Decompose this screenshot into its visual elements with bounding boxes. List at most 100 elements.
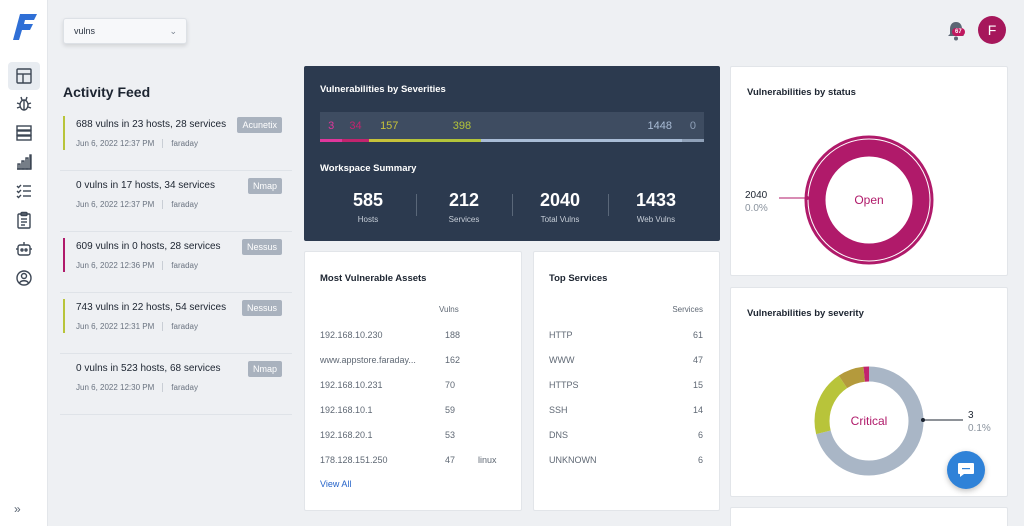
severity-percent-label: 0.1% (968, 423, 991, 434)
summary-stat-label: Hosts (357, 215, 379, 224)
summary-stat-label: Total Vulns (540, 215, 580, 224)
nav-dashboard[interactable] (8, 62, 40, 90)
bar-chart-icon (17, 154, 32, 170)
nav-users[interactable] (8, 264, 40, 292)
bug-icon (16, 96, 32, 111)
service-name[interactable]: HTTPS (549, 380, 579, 390)
feed-item-date: Jun 6, 2022 12:37 PM (76, 200, 155, 209)
dashboard-icon (16, 68, 32, 84)
workspace-select[interactable]: vulns ⌄ (63, 18, 187, 44)
notification-badge: 67 (952, 28, 965, 36)
chat-button[interactable] (947, 451, 985, 489)
summary-stat: 585 Hosts (320, 190, 416, 224)
feed-item-accent-bar (63, 299, 65, 333)
assets-title: Most Vulnerable Assets (320, 273, 427, 284)
feed-item[interactable]: 688 vulns in 23 hosts, 28 services Jun 6,… (60, 110, 292, 171)
asset-name[interactable]: 192.168.10.1 (320, 405, 373, 415)
status-value-label: 2040 (745, 190, 768, 201)
asset-name[interactable]: 192.168.10.231 (320, 380, 383, 390)
asset-vulns: 59 (445, 405, 456, 415)
severity-segment-label: 0 (689, 119, 697, 132)
summary-stat-value: 1433 (635, 190, 677, 210)
service-name[interactable]: WWW (549, 355, 574, 365)
feed-item-tool-badge: Nmap (247, 361, 282, 377)
service-count: 14 (692, 405, 703, 415)
service-name[interactable]: SSH (549, 405, 568, 415)
feed-item-date: Jun 6, 2022 12:30 PM (76, 383, 155, 392)
robot-icon (16, 242, 32, 256)
feed-item-user: faraday (162, 200, 198, 209)
feed-item[interactable]: 609 vulns in 0 hosts, 28 services Jun 6, … (60, 232, 292, 293)
nav-reports[interactable] (8, 206, 40, 234)
feed-item-tool-badge: Nessus (241, 239, 282, 255)
feed-item-meta: Jun 6, 2022 12:37 PM faraday (76, 139, 292, 148)
severity-segment[interactable]: 1448 (481, 112, 682, 142)
asset-vulns: 162 (445, 355, 461, 365)
sidebar-collapse-button[interactable]: » (14, 502, 21, 516)
feed-item-tool-badge: Nessus (241, 300, 282, 316)
asset-vulns: 47 (445, 455, 456, 465)
topbar: vulns ⌄ 67 F (48, 0, 1024, 58)
service-name[interactable]: DNS (549, 430, 568, 440)
nav-automation[interactable] (8, 235, 40, 263)
severity-segment[interactable]: 398 (409, 112, 482, 142)
chevron-down-icon: ⌄ (169, 26, 177, 36)
checklist-icon (16, 184, 31, 199)
next-card (730, 507, 1008, 526)
asset-name[interactable]: 178.128.151.250 (320, 455, 388, 465)
severity-bar[interactable]: 3 34 157 398 1448 0 (320, 112, 704, 142)
summary-stat-label: Services (448, 215, 480, 224)
feed-item-meta: Jun 6, 2022 12:37 PM faraday (76, 200, 292, 209)
feed-item-tool-badge: Acunetix (237, 117, 282, 133)
workspace-summary-stats: 585 Hosts 212 Services 2040 Total Vulns 1433 We… (320, 190, 704, 224)
nav-tasks[interactable] (8, 177, 40, 205)
server-icon (16, 125, 32, 141)
severities-title: Vulnerabilities by Severities (320, 84, 446, 95)
severities-card: Vulnerabilities by Severities 3 34 157 398 1… (304, 66, 720, 241)
asset-name[interactable]: www.appstore.faraday... (320, 355, 416, 365)
assets-card: Most Vulnerable Assets Vulns View All 19… (304, 251, 522, 511)
service-name[interactable]: HTTP (549, 330, 573, 340)
severity-segment[interactable]: 0 (681, 112, 704, 142)
activity-feed: Activity Feed 688 vulns in 23 hosts, 28 … (60, 70, 292, 415)
asset-name[interactable]: 192.168.10.230 (320, 330, 383, 340)
service-count: 61 (692, 330, 703, 340)
feed-item[interactable]: 743 vulns in 22 hosts, 54 services Jun 6,… (60, 293, 292, 354)
assets-col-header: Vulns (439, 305, 459, 314)
services-title: Top Services (549, 273, 608, 284)
status-center-label: Open (854, 193, 883, 207)
nav-assets[interactable] (8, 119, 40, 147)
severity-segment[interactable]: 3 (320, 112, 343, 142)
feed-item-meta: Jun 6, 2022 12:31 PM faraday (76, 322, 292, 331)
severity-center-label: Critical (851, 414, 888, 428)
severity-segment-label: 34 (349, 119, 362, 132)
service-count: 15 (692, 380, 703, 390)
nav-vulnerabilities[interactable] (8, 90, 40, 118)
workspace-select-value: vulns (74, 26, 96, 36)
feed-item[interactable]: 0 vulns in 17 hosts, 34 services Jun 6, 2… (60, 171, 292, 232)
feed-item-tool-badge: Nmap (247, 178, 282, 194)
severity-segment[interactable]: 157 (368, 112, 410, 142)
activity-feed-list: 688 vulns in 23 hosts, 28 services Jun 6,… (60, 110, 292, 415)
avatar[interactable]: F (978, 16, 1006, 44)
service-name[interactable]: UNKNOWN (549, 455, 597, 465)
faraday-logo[interactable] (12, 12, 38, 42)
severity-donut-title: Vulnerabilities by severity (747, 308, 864, 319)
feed-item-date: Jun 6, 2022 12:36 PM (76, 261, 155, 270)
severity-segment[interactable]: 34 (342, 112, 369, 142)
feed-item-date: Jun 6, 2022 12:37 PM (76, 139, 155, 148)
nav-analytics[interactable] (8, 148, 40, 176)
status-leader-dot (805, 196, 809, 200)
service-count: 6 (697, 430, 703, 440)
view-all-link[interactable]: View All (320, 479, 351, 489)
status-donut-chart[interactable]: Open 2040 0.0% (731, 107, 1009, 277)
feed-item-user: faraday (162, 383, 198, 392)
feed-item-meta: Jun 6, 2022 12:36 PM faraday (76, 261, 292, 270)
severity-value-label: 3 (968, 410, 974, 421)
summary-stat: 2040 Total Vulns (512, 190, 608, 224)
service-count: 47 (692, 355, 703, 365)
feed-item[interactable]: 0 vulns in 523 hosts, 68 services Jun 6, … (60, 354, 292, 415)
summary-stat-value: 212 (448, 190, 480, 210)
user-circle-icon (16, 270, 32, 286)
asset-name[interactable]: 192.168.20.1 (320, 430, 373, 440)
